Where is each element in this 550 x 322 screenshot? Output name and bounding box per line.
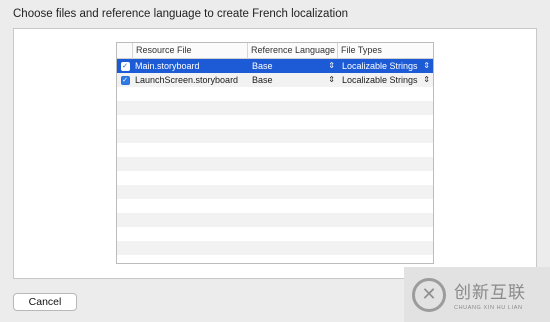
- watermark-logo-icon: ✕: [412, 277, 446, 312]
- reference-language-select[interactable]: Base ⇕: [248, 59, 338, 73]
- cancel-button[interactable]: Cancel: [13, 293, 77, 311]
- empty-rows: [117, 87, 433, 255]
- resource-file-cell: LaunchScreen.storyboard: [135, 75, 239, 85]
- checkmark-icon: ✓: [122, 62, 128, 70]
- empty-table-row: [117, 171, 433, 185]
- checkmark-icon: ✓: [122, 76, 128, 84]
- file-type-value: Localizable Strings: [342, 75, 418, 85]
- empty-table-row: [117, 157, 433, 171]
- empty-table-row: [117, 115, 433, 129]
- column-header-reference-language[interactable]: Reference Language: [248, 43, 338, 59]
- column-header-select[interactable]: [117, 43, 133, 59]
- up-down-chevron-icon: ⇕: [423, 75, 430, 84]
- checkbox[interactable]: ✓: [120, 75, 130, 85]
- resource-file-cell: Main.storyboard: [135, 61, 200, 71]
- empty-table-row: [117, 129, 433, 143]
- watermark-english-text: CHUANG XIN HU LIAN: [454, 305, 523, 311]
- empty-table-row: [117, 101, 433, 115]
- dialog-heading: Choose files and reference language to c…: [13, 8, 348, 20]
- empty-table-row: [117, 227, 433, 241]
- file-type-select[interactable]: Localizable Strings ⇕: [338, 59, 433, 73]
- empty-table-row: [117, 199, 433, 213]
- column-header-resource-file[interactable]: Resource File: [133, 43, 248, 59]
- empty-table-row: [117, 87, 433, 101]
- file-type-select[interactable]: Localizable Strings ⇕: [338, 73, 433, 87]
- file-type-value: Localizable Strings: [342, 61, 418, 71]
- column-header-file-types[interactable]: File Types: [338, 43, 433, 59]
- checkbox[interactable]: ✓: [120, 61, 130, 71]
- watermark: ✕ 创新互联 CHUANG XIN HU LIAN: [404, 267, 550, 322]
- watermark-chinese-text: 创新互联: [454, 283, 526, 303]
- empty-table-row: [117, 185, 433, 199]
- table-row[interactable]: ✓ Main.storyboard Base ⇕ Localizable Str…: [117, 59, 433, 73]
- up-down-chevron-icon: ⇕: [423, 61, 430, 70]
- table-header: Resource File Reference Language File Ty…: [117, 43, 433, 59]
- reference-language-value: Base: [252, 61, 273, 71]
- up-down-chevron-icon: ⇕: [328, 75, 335, 84]
- table-row[interactable]: ✓ LaunchScreen.storyboard Base ⇕ Localiz…: [117, 73, 433, 87]
- empty-table-row: [117, 241, 433, 255]
- empty-table-row: [117, 213, 433, 227]
- reference-language-select[interactable]: Base ⇕: [248, 73, 338, 87]
- resource-table[interactable]: Resource File Reference Language File Ty…: [116, 42, 434, 264]
- empty-table-row: [117, 143, 433, 157]
- up-down-chevron-icon: ⇕: [328, 61, 335, 70]
- reference-language-value: Base: [252, 75, 273, 85]
